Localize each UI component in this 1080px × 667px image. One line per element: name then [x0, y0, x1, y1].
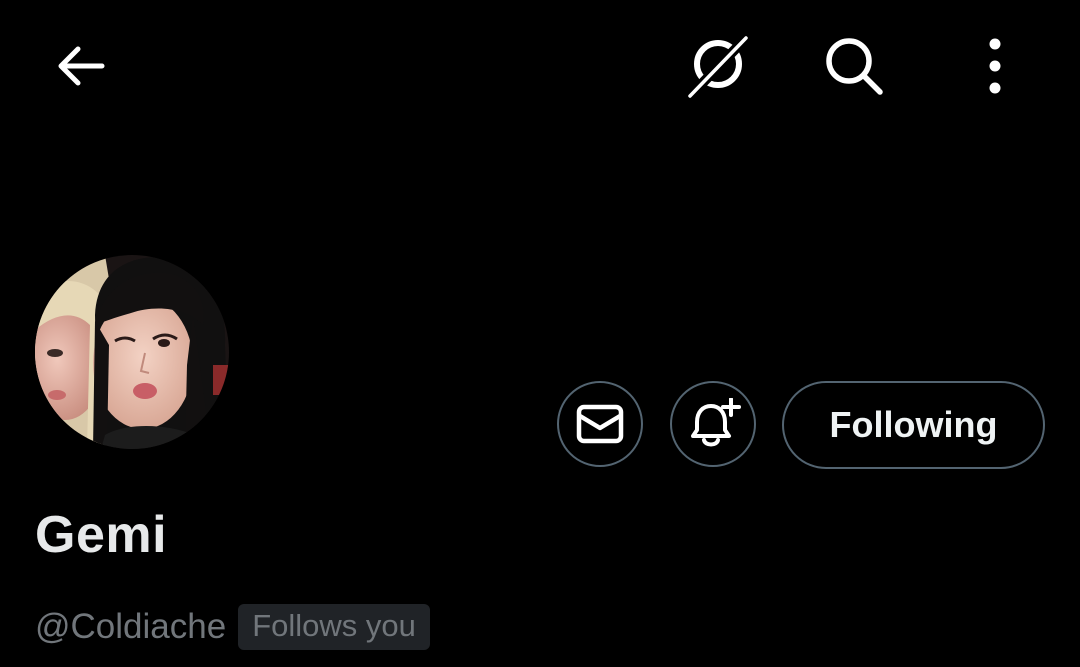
avatar[interactable]: [35, 255, 229, 449]
grok-icon: [684, 32, 752, 102]
following-label: Following: [829, 404, 998, 445]
bell-plus-icon: [691, 398, 741, 447]
avatar-photo: [35, 255, 229, 449]
arrow-left-icon: [58, 46, 105, 86]
back-button[interactable]: [40, 26, 120, 106]
top-bar: [0, 0, 1080, 130]
search-button[interactable]: [812, 26, 896, 106]
more-options-button[interactable]: [955, 26, 1035, 106]
display-name: Gemi: [35, 506, 168, 564]
grok-button[interactable]: [676, 26, 760, 106]
more-vertical-icon: [989, 38, 1001, 94]
follows-you-badge: Follows you: [238, 604, 430, 650]
profile-page: Following Gemi @Coldiache Follows you: [0, 0, 1080, 667]
search-icon: [826, 38, 883, 95]
message-button[interactable]: [557, 381, 643, 467]
notify-button[interactable]: [670, 381, 756, 467]
user-handle: @Coldiache: [35, 607, 227, 646]
envelope-icon: [576, 404, 624, 444]
handle-row: @Coldiache Follows you: [35, 602, 430, 652]
following-button[interactable]: Following: [782, 381, 1045, 469]
